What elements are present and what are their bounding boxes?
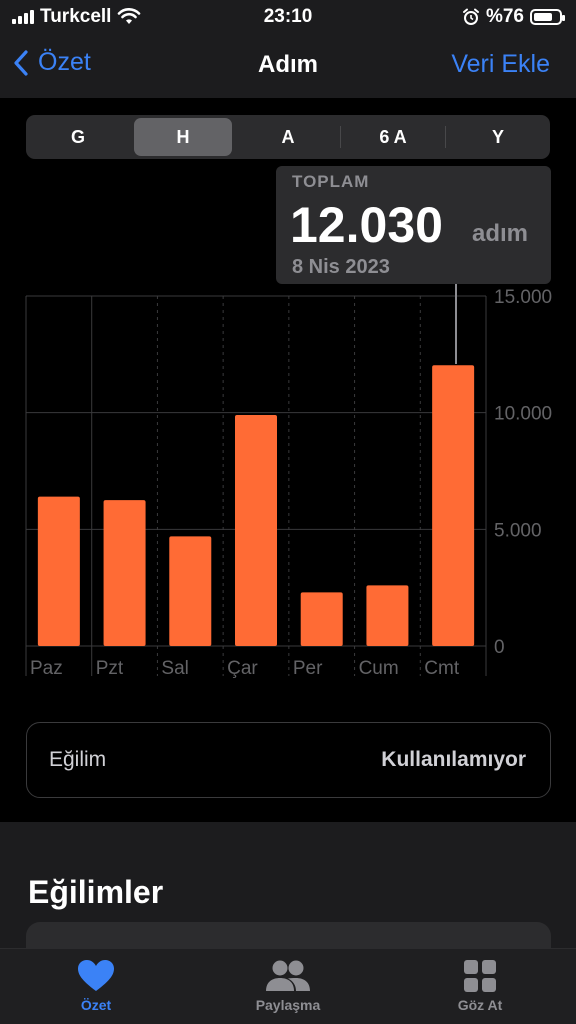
bar-Per	[300, 592, 343, 646]
tab-bar: Özet Paylaşma Göz At	[0, 948, 576, 1024]
segment-day[interactable]: G	[29, 118, 127, 156]
status-bar: Turkcell 23:10 %76	[0, 0, 576, 34]
segment-6-months[interactable]: 6 A	[344, 118, 442, 156]
section-title: Eğilimler	[28, 874, 164, 910]
tab-browse[interactable]: Göz At	[410, 959, 550, 1013]
tooltip-date: 8 Nis 2023	[292, 256, 390, 278]
tooltip-value: 12.030	[290, 197, 443, 253]
back-button[interactable]: Özet	[12, 48, 91, 77]
heart-icon	[78, 960, 114, 991]
tab-sharing-label: Paylaşma	[255, 997, 321, 1013]
navigation-bar: Özet Adım Veri Ekle	[0, 34, 576, 98]
y-tick-label: 5.000	[494, 520, 542, 541]
status-right: %76	[462, 6, 565, 28]
chart-svg: 15.000 10.000 5.000 0 Paz Pzt Sal Çar Per Cum Cmt	[25, 287, 552, 679]
time-range-segmented-control: G H A 6 A Y	[26, 115, 550, 159]
x-tick-label: Per	[293, 658, 323, 679]
tab-summary[interactable]: Özet	[26, 959, 166, 1013]
trends-section: Eğilimler	[0, 822, 576, 962]
steps-bar-chart[interactable]: 15.000 10.000 5.000 0 Paz Pzt Sal Çar Per Cum Cmt	[0, 280, 576, 690]
bar-Çar	[235, 415, 277, 646]
segment-month[interactable]: A	[239, 118, 337, 156]
segment-divider	[340, 126, 341, 148]
tooltip-label: TOPLAM	[292, 172, 370, 191]
bar-Cmt	[432, 365, 475, 646]
x-tick-label: Sal	[161, 658, 188, 679]
x-tick-label: Paz	[30, 658, 63, 679]
grid-icon	[464, 960, 496, 992]
alarm-icon	[462, 8, 479, 25]
y-tick-label: 10.000	[494, 404, 552, 425]
tab-summary-label: Özet	[80, 997, 112, 1013]
segment-divider	[445, 126, 446, 148]
tab-browse-label: Göz At	[457, 997, 503, 1013]
x-tick-label: Cum	[359, 658, 399, 679]
back-label: Özet	[38, 48, 91, 76]
x-tick-label: Cmt	[424, 658, 460, 679]
segment-week[interactable]: H	[134, 118, 232, 156]
x-tick-label: Çar	[227, 658, 258, 679]
bar-Paz	[37, 496, 80, 646]
add-data-button[interactable]: Veri Ekle	[451, 50, 550, 79]
trend-card[interactable]: Eğilim Kullanılamıyor	[26, 722, 551, 798]
trend-label: Eğilim	[49, 748, 107, 771]
tooltip-unit: adım	[472, 220, 529, 247]
bar-Sal	[169, 536, 212, 646]
total-tooltip: TOPLAM 12.030 adım 8 Nis 2023	[276, 166, 551, 284]
battery-percent: %76	[485, 6, 524, 27]
chevron-left-icon	[14, 49, 28, 76]
segment-year[interactable]: Y	[449, 118, 547, 156]
battery-icon	[530, 9, 565, 25]
y-tick-label: 0	[494, 637, 505, 658]
bar-Pzt	[103, 500, 146, 646]
bar-Cum	[366, 585, 409, 646]
trend-value: Kullanılamıyor	[381, 748, 526, 771]
y-tick-label: 15.000	[494, 287, 552, 308]
people-icon	[266, 960, 310, 991]
tooltip-connector-line	[455, 284, 457, 364]
tab-sharing[interactable]: Paylaşma	[218, 959, 358, 1013]
x-tick-label: Pzt	[96, 658, 124, 679]
